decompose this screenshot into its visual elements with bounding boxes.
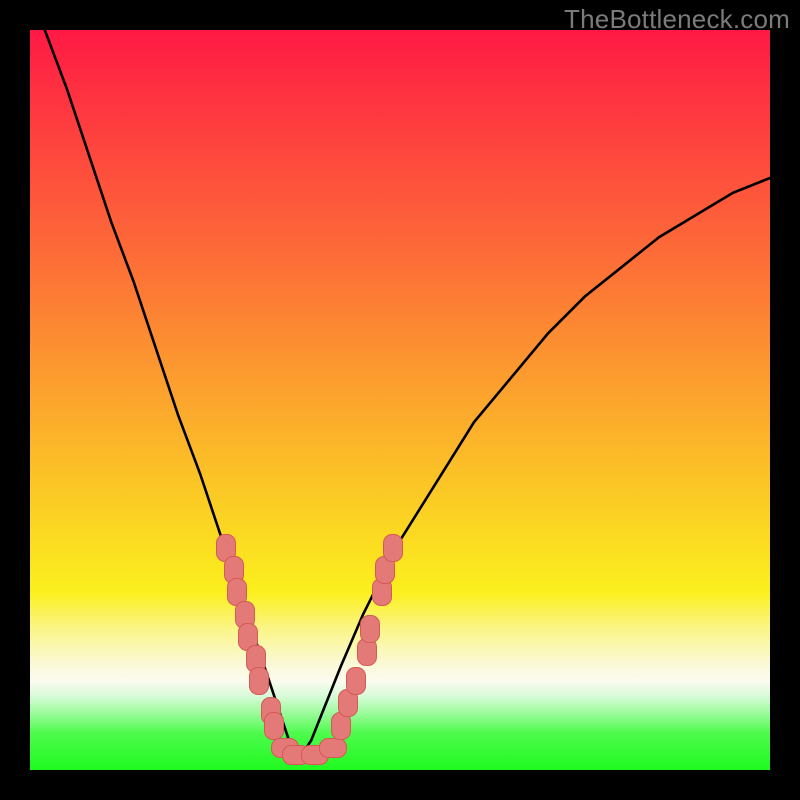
curve-marker	[346, 667, 366, 695]
curve-marker	[360, 615, 380, 643]
plot-area	[30, 30, 770, 770]
curve-marker	[249, 667, 269, 695]
curve-marker	[319, 738, 347, 758]
chart-frame: TheBottleneck.com	[0, 0, 800, 800]
curve-marker	[264, 712, 284, 740]
curve-marker	[383, 534, 403, 562]
bottleneck-curve	[30, 30, 770, 770]
watermark-text: TheBottleneck.com	[564, 4, 790, 35]
